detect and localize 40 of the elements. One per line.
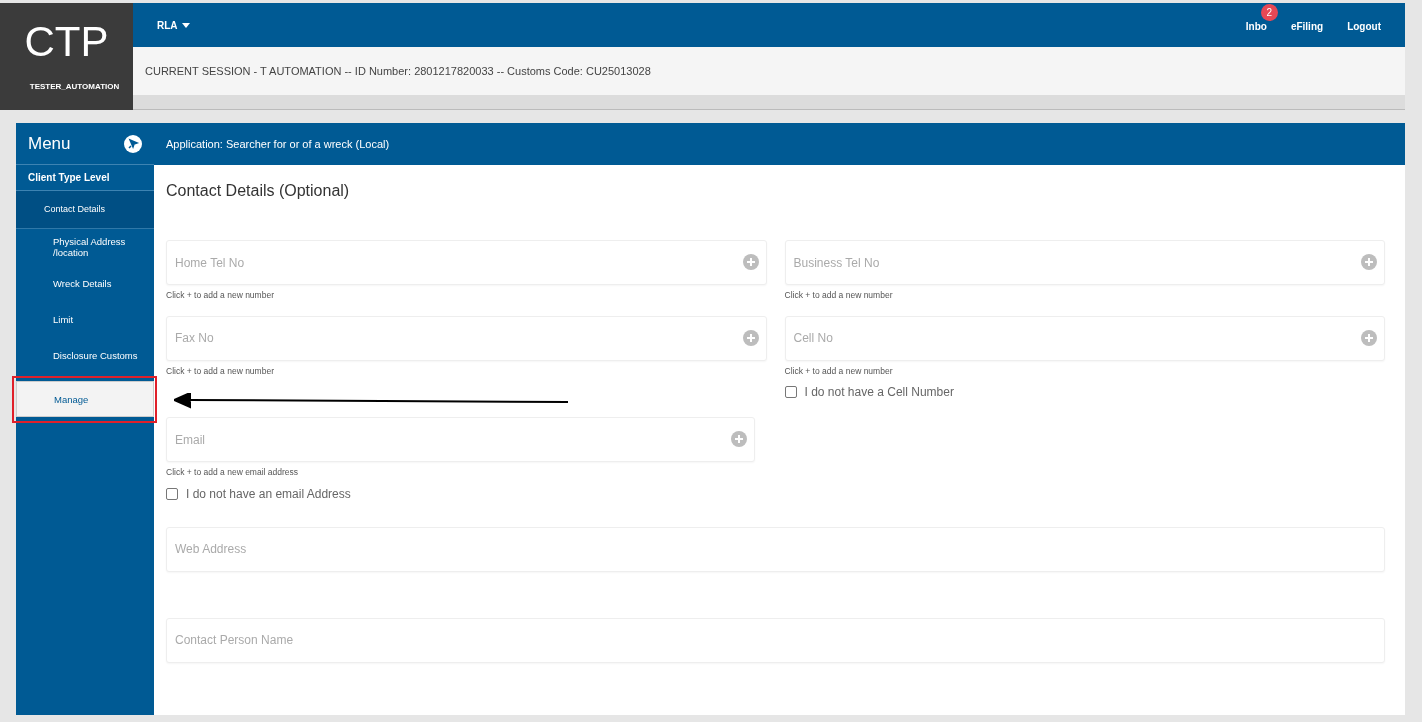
add-icon[interactable] [1361,329,1377,346]
field-hint: Click + to add a new number [166,366,275,375]
checkbox-label: I do not have an email Address [186,485,351,503]
field-hint: Click + to add a new number [784,366,894,375]
sidebar-item[interactable]: Contact Details [16,191,154,229]
nav-link[interactable]: eFiling [1290,21,1324,32]
logo-title: CTP [24,20,109,63]
section-title: Contact Details (Optional) [166,181,351,201]
input-field[interactable]: Contact Person Name [166,617,1385,663]
input-field[interactable]: Web Address [166,526,1385,572]
add-icon[interactable] [1361,254,1377,270]
menu-title: Menu [28,132,71,155]
add-icon[interactable] [742,329,759,346]
add-icon[interactable] [731,431,747,447]
add-icon[interactable] [742,254,759,270]
checkbox[interactable] [784,386,797,398]
field-hint: Click + to add a new number [784,291,894,300]
checkbox-label: I do not have a Cell Number [804,384,954,401]
pin-icon[interactable] [124,134,142,153]
checkbox[interactable] [166,487,178,500]
field-hint: Click + to add a new number [166,291,275,300]
count-badge: 2 [1260,4,1278,21]
sidebar-item[interactable]: Physical Address /location [16,229,154,265]
input-field[interactable]: Home Tel No [166,240,767,285]
rla-dropdown[interactable]: RLA [157,17,190,33]
user-name: TESTER_AUTOMATION [29,80,120,93]
nav-link[interactable]: Inbo [1245,21,1267,32]
sidebar-item[interactable]: Disclosure Customs [16,337,154,373]
sidebar-item[interactable]: Limit [16,301,154,337]
application-title: Application: Searcher for or of a wreck (Local) [166,136,390,152]
input-field[interactable]: Fax No [166,315,767,361]
input-field[interactable]: Cell No [784,315,1385,361]
input-field[interactable]: Business Tel No [784,240,1385,285]
sidebar-item[interactable]: Wreck Details [16,265,154,301]
input-field[interactable]: Email [166,417,755,462]
sidebar-item[interactable]: Manage [16,381,154,417]
session-info: CURRENT SESSION - T AUTOMATION -- ID Number: 2801217820033 -- Customs Code: CU25013028 [145,63,651,79]
caret-icon [181,22,190,28]
nav-link[interactable]: Logout [1347,21,1381,32]
field-hint: Click + to add a new email address [166,468,300,477]
